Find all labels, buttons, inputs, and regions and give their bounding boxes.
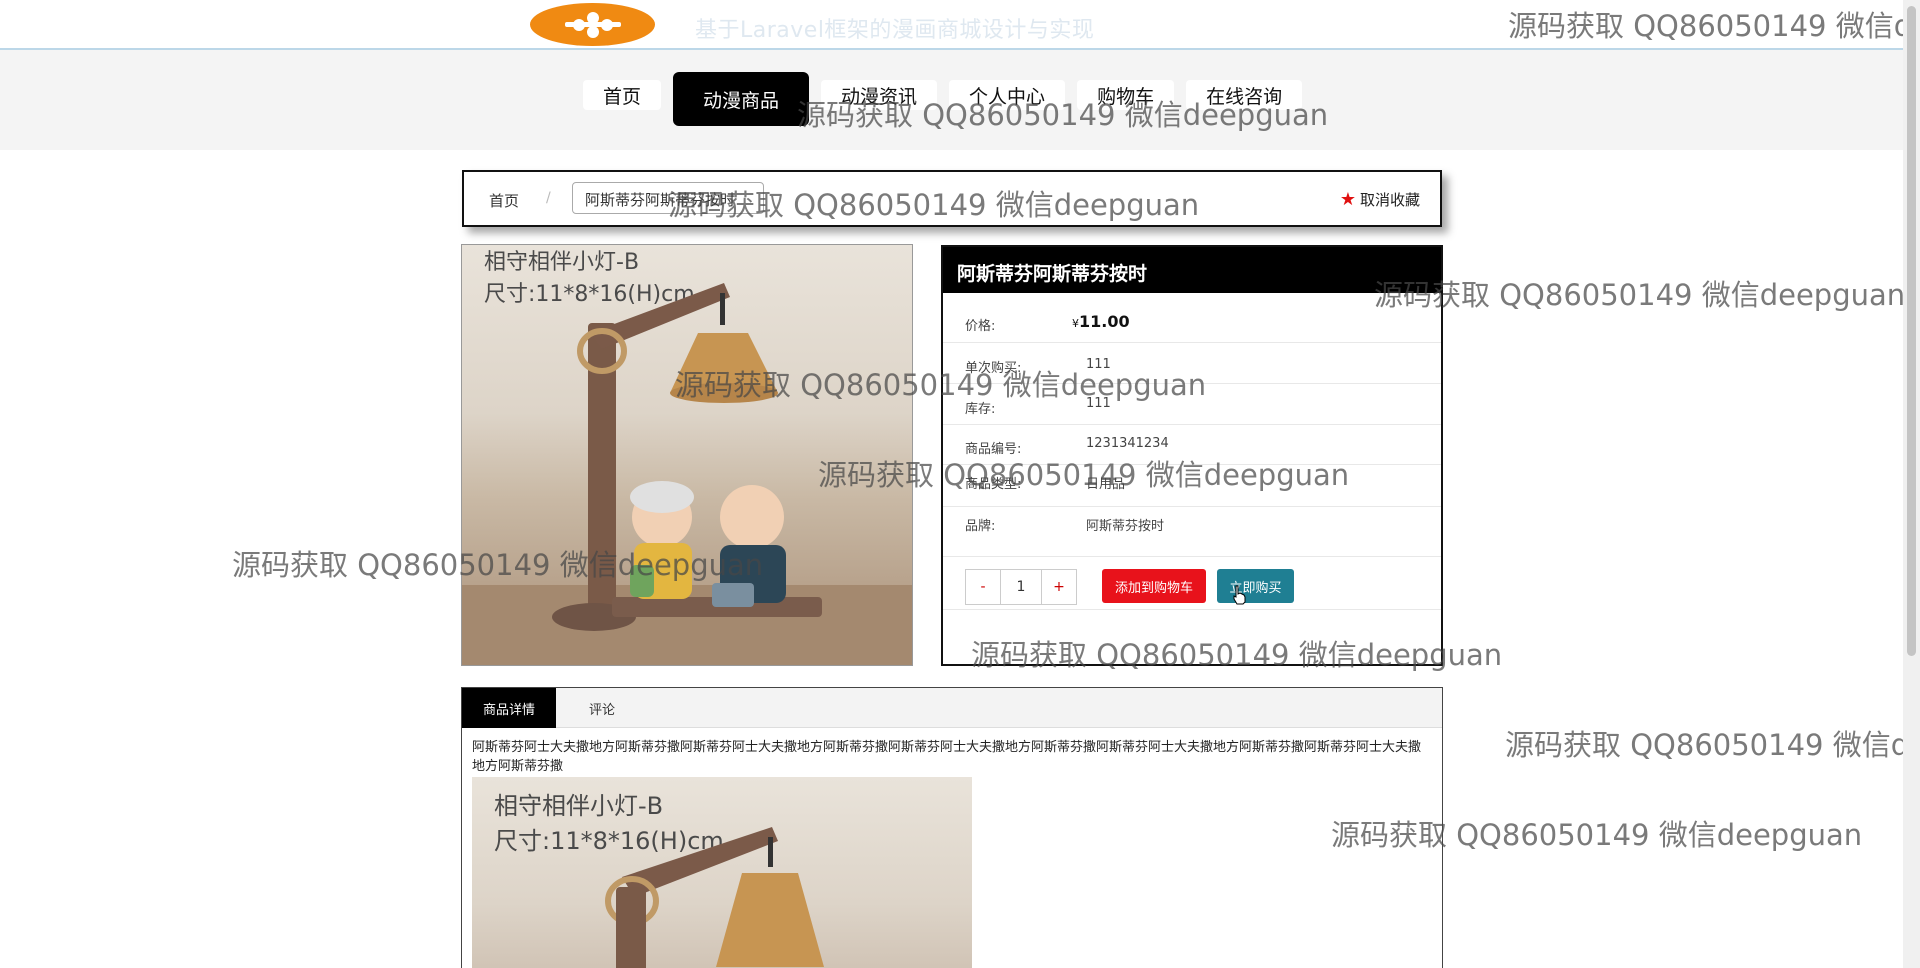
breadcrumb-home[interactable]: 首页 [489, 190, 519, 211]
main-nav-bar: 首页 动漫商品 动漫资讯 个人中心 购物车 在线咨询 [0, 50, 1920, 150]
top-header: 基于Laravel框架的漫画商城设计与实现 [0, 0, 1920, 50]
breadcrumb: 首页 / 阿斯蒂芬阿斯蒂芬按时 ★ 取消收藏 [462, 170, 1442, 227]
site-logo[interactable] [530, 3, 655, 46]
tab-comments[interactable]: 评论 [572, 688, 632, 728]
logo-flower-icon [564, 11, 621, 38]
quantity-decrement-button[interactable]: - [966, 570, 1000, 604]
detail-tabs: 商品详情 评论 [462, 688, 1442, 728]
nav-item-cart[interactable]: 购物车 [1077, 80, 1175, 110]
quantity-input[interactable]: 1 [1000, 570, 1042, 604]
product-image: 相守相伴小灯-B 尺寸:11*8*16(H)cm [461, 244, 913, 666]
nav-item-products[interactable]: 动漫商品 [673, 72, 810, 126]
brand-value: 阿斯蒂芬按时 [1086, 519, 1165, 534]
buy-now-button[interactable]: 立即购买 [1217, 569, 1294, 603]
breadcrumb-current: 阿斯蒂芬阿斯蒂芬按时 [572, 182, 764, 214]
stock-label: 库存: [965, 402, 996, 417]
quantity-stepper: - 1 + [965, 569, 1077, 605]
brand-label: 品牌: [965, 519, 996, 534]
watermark: 源码获取 QQ86050149 微信deepguan [1374, 278, 1906, 312]
price-value: ¥11.00 [1072, 312, 1130, 331]
hand-cursor-icon [1233, 585, 1246, 605]
lamp-figurine-illustration [462, 283, 912, 665]
site-title: 基于Laravel框架的漫画商城设计与实现 [695, 18, 1095, 43]
detail-image: 相守相伴小灯-B 尺寸:11*8*16(H)cm [472, 777, 972, 968]
nav-item-home[interactable]: 首页 [583, 80, 662, 110]
unfavorite-button[interactable]: ★ 取消收藏 [1340, 189, 1420, 210]
unfavorite-label: 取消收藏 [1359, 191, 1420, 209]
purchase-limit-row: 单次购买: 111 [943, 343, 1441, 384]
panel-divider [943, 609, 1441, 610]
tab-product-details[interactable]: 商品详情 [462, 688, 556, 728]
price-row: 价格: ¥11.00 [943, 293, 1441, 343]
price-label: 价格: [965, 319, 996, 334]
watermark: 源码获取 QQ86050149 微信de [1505, 728, 1920, 762]
breadcrumb-separator: / [546, 190, 551, 206]
stock-row: 库存: 111 [943, 384, 1441, 425]
product-code-value: 1231341234 [1086, 436, 1169, 451]
quantity-increment-button[interactable]: + [1042, 570, 1076, 604]
stock-value: 111 [1086, 396, 1111, 411]
product-type-row: 商品类型: 日用品 [943, 465, 1441, 507]
brand-row: 品牌: 阿斯蒂芬按时 [943, 507, 1441, 557]
product-info-panel: 阿斯蒂芬阿斯蒂芬按时 价格: ¥11.00 单次购买: 111 库存: 111 … [941, 245, 1443, 666]
product-title: 阿斯蒂芬阿斯蒂芬按时 [943, 247, 1441, 293]
product-description: 阿斯蒂芬阿士大夫撒地方阿斯蒂芬撒阿斯蒂芬阿士大夫撒地方阿斯蒂芬撒阿斯蒂芬阿士大夫… [472, 740, 1422, 774]
purchase-limit-label: 单次购买: [965, 361, 1022, 376]
detail-lamp-illustration [605, 827, 824, 968]
scrollbar-thumb[interactable] [1907, 6, 1916, 656]
nav-item-consult[interactable]: 在线咨询 [1186, 80, 1303, 110]
star-icon: ★ [1339, 188, 1356, 210]
currency-symbol: ¥ [1072, 317, 1079, 330]
product-type-value: 日用品 [1086, 477, 1126, 492]
product-detail-section: 商品详情 评论 阿斯蒂芬阿士大夫撒地方阿斯蒂芬撒阿斯蒂芬阿士大夫撒地方阿斯蒂芬撒… [461, 687, 1443, 968]
nav-item-news[interactable]: 动漫资讯 [821, 80, 938, 110]
nav-item-profile[interactable]: 个人中心 [949, 80, 1066, 110]
product-type-label: 商品类型: [965, 477, 1022, 492]
add-to-cart-button[interactable]: 添加到购物车 [1102, 569, 1206, 603]
price-amount: 11.00 [1079, 312, 1130, 331]
page-scrollbar[interactable] [1903, 0, 1920, 968]
purchase-limit-value: 111 [1086, 357, 1111, 372]
product-code-label: 商品编号: [965, 442, 1022, 457]
product-code-row: 商品编号: 1231341234 [943, 425, 1441, 465]
main-nav: 首页 动漫商品 动漫资讯 个人中心 购物车 在线咨询 [583, 72, 1314, 126]
